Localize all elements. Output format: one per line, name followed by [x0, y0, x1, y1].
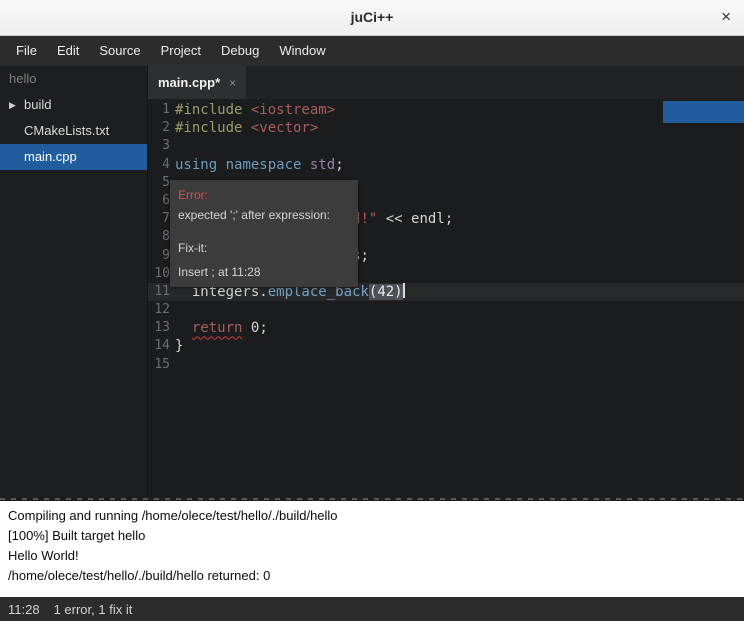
line-number: 12	[148, 301, 175, 319]
tab-label: main.cpp*	[158, 75, 220, 90]
status-diagnostics: 1 error, 1 fix it	[54, 602, 133, 617]
code-line-12[interactable]: 12	[148, 301, 744, 319]
status-bar: 11:28 1 error, 1 fix it	[0, 597, 744, 621]
code-line-15[interactable]: 15	[148, 356, 744, 374]
file-tree: ▶ build CMakeLists.txt main.cpp	[0, 92, 147, 170]
tab-close-icon[interactable]: ×	[229, 76, 236, 90]
code-line-4[interactable]: 4using namespace std;	[148, 156, 744, 174]
tab-bar: main.cpp* ×	[148, 66, 744, 99]
menu-bar: FileEditSourceProjectDebugWindow	[0, 36, 744, 66]
line-number: 3	[148, 137, 175, 155]
terminal-line: /home/olece/test/hello/./build/hello ret…	[8, 566, 736, 586]
tooltip-fixit-text: Insert ; at 11:28	[178, 264, 350, 280]
code-text	[175, 137, 744, 155]
menu-source[interactable]: Source	[89, 36, 150, 66]
scrollbar-thumb[interactable]	[663, 101, 744, 123]
tab-main-cpp[interactable]: main.cpp* ×	[148, 66, 246, 99]
tooltip-error-label: Error:	[178, 187, 350, 203]
menu-file[interactable]: File	[6, 36, 47, 66]
line-number: 4	[148, 156, 175, 174]
code-text	[175, 356, 744, 374]
code-text	[175, 301, 744, 319]
code-line-13[interactable]: 13 return 0;	[148, 319, 744, 337]
terminal-line: Compiling and running /home/olece/test/h…	[8, 506, 736, 526]
line-number: 1	[148, 101, 175, 119]
code-text: #include <vector>	[175, 119, 744, 137]
pane-divider-dashes	[0, 498, 744, 500]
terminal-line: Hello World!	[8, 546, 736, 566]
tree-item-cmakelists-txt[interactable]: CMakeLists.txt	[0, 118, 147, 144]
diagnostic-tooltip: Error: expected ';' after expression: Fi…	[170, 180, 358, 287]
text-cursor	[403, 283, 405, 298]
editor[interactable]: 1#include <iostream>2#include <vector>34…	[148, 99, 744, 497]
code-text: #include <iostream>	[175, 101, 744, 119]
tooltip-fixit-label: Fix-it:	[178, 240, 350, 256]
tree-item-label: build	[24, 97, 51, 112]
menu-edit[interactable]: Edit	[47, 36, 89, 66]
code-line-2[interactable]: 2#include <vector>	[148, 119, 744, 137]
code-line-1[interactable]: 1#include <iostream>	[148, 101, 744, 119]
code-text: using namespace std;	[175, 156, 744, 174]
tree-item-label: CMakeLists.txt	[24, 123, 109, 138]
sidebar: hello ▶ build CMakeLists.txt main.cpp	[0, 66, 148, 497]
tree-item-label: main.cpp	[24, 149, 77, 164]
title-bar: juCi++ ×	[0, 0, 744, 36]
tree-item-main-cpp[interactable]: main.cpp	[0, 144, 147, 170]
menu-debug[interactable]: Debug	[211, 36, 269, 66]
menu-window[interactable]: Window	[269, 36, 335, 66]
terminal-panel[interactable]: Compiling and running /home/olece/test/h…	[0, 501, 744, 597]
terminal-output: Compiling and running /home/olece/test/h…	[8, 506, 736, 586]
app-window: juCi++ × FileEditSourceProjectDebugWindo…	[0, 0, 744, 621]
line-number: 13	[148, 319, 175, 337]
window-close-icon[interactable]: ×	[721, 0, 731, 35]
terminal-line: [100%] Built target hello	[8, 526, 736, 546]
expander-icon[interactable]: ▶	[9, 92, 16, 118]
tooltip-error-text: expected ';' after expression:	[178, 207, 350, 223]
code-line-3[interactable]: 3	[148, 137, 744, 155]
line-number: 14	[148, 337, 175, 355]
window-title: juCi++	[0, 0, 744, 35]
line-number: 2	[148, 119, 175, 137]
project-root-label[interactable]: hello	[0, 66, 147, 92]
status-cursor-position: 11:28	[8, 602, 40, 617]
menu-project[interactable]: Project	[151, 36, 211, 66]
tree-item-build[interactable]: ▶ build	[0, 92, 147, 118]
line-number: 15	[148, 356, 175, 374]
code-text: return 0;	[175, 319, 744, 337]
code-line-14[interactable]: 14}	[148, 337, 744, 355]
code-text: }	[175, 337, 744, 355]
